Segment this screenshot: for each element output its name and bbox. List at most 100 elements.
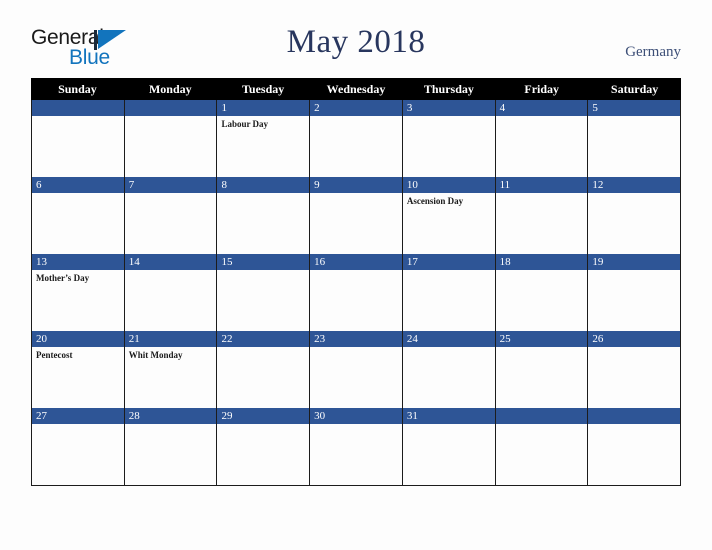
day-number: 24 (406, 333, 418, 345)
day-events (588, 116, 680, 119)
calendar-day-cell[interactable]: 28 (124, 408, 218, 485)
day-number: 29 (221, 410, 233, 422)
day-number: 7 (128, 179, 135, 191)
page-header: General Blue May 2018 Germany (0, 0, 712, 78)
day-number-banner: 9 (310, 177, 402, 193)
weekday-header-thursday: Thursday (423, 82, 474, 96)
calendar-day-cell[interactable]: 5 (588, 100, 681, 177)
holiday-event-label: Pentecost (36, 350, 73, 360)
calendar-day-cell[interactable]: 15 (217, 254, 311, 331)
calendar-day-cell[interactable]: 12 (588, 177, 681, 254)
weekday-header-row: Sunday Monday Tuesday Wednesday Thursday Frid… (31, 78, 681, 100)
holiday-event-label: Whit Monday (128, 350, 183, 360)
day-number-banner: 26 (588, 331, 681, 347)
weekday-header-saturday: Saturday (610, 82, 659, 96)
calendar-day-cell[interactable]: 9 (310, 177, 403, 254)
calendar-day-cell[interactable]: 19 (588, 254, 681, 331)
calendar-week-row: 13 Mother’s Day 14 15 16 17 18 19 (32, 254, 681, 331)
day-events (32, 424, 124, 427)
day-events: Pentecost (32, 347, 124, 361)
calendar-day-cell[interactable]: 1 Labour Day (217, 100, 311, 177)
calendar-day-cell[interactable]: 21 Whit Monday (124, 331, 218, 408)
calendar-day-cell[interactable]: 11 (495, 177, 589, 254)
day-events (310, 193, 402, 196)
day-number-banner: 6 (32, 177, 124, 193)
day-number-banner: 13 (32, 254, 124, 270)
calendar-day-cell[interactable]: 10 Ascension Day (402, 177, 496, 254)
calendar-day-cell[interactable]: 25 (495, 331, 589, 408)
calendar-day-cell[interactable]: 20 Pentecost (32, 331, 125, 408)
calendar-week-row: 20 Pentecost 21 Whit Monday 22 23 24 25 26 (32, 331, 681, 408)
calendar-day-cell[interactable]: 22 (217, 331, 311, 408)
day-events (496, 193, 588, 196)
day-number-banner: 21 (124, 331, 217, 347)
day-events (496, 424, 588, 427)
day-number: 11 (499, 179, 511, 191)
day-number-banner: 18 (495, 254, 588, 270)
weekday-header-tuesday: Tuesday (242, 82, 285, 96)
calendar-day-cell[interactable]: 3 (402, 100, 496, 177)
day-number-banner: 25 (495, 331, 588, 347)
calendar-day-cell[interactable]: 29 (217, 408, 311, 485)
calendar-day-cell[interactable]: 26 (588, 331, 681, 408)
day-number-banner: 27 (32, 408, 124, 424)
day-events (496, 270, 588, 273)
calendar-day-cell[interactable]: 18 (495, 254, 589, 331)
calendar-day-cell[interactable]: 31 (402, 408, 496, 485)
day-events (588, 347, 680, 350)
day-number: 30 (314, 410, 326, 422)
day-number-banner: 1 (217, 100, 310, 116)
calendar-weeks: 1 Labour Day 2 3 4 5 6 7 8 9 10 Ascension Day 11 12 13… (31, 100, 681, 486)
calendar-day-cell[interactable]: 24 (402, 331, 496, 408)
day-number-banner (124, 100, 217, 116)
calendar-day-cell[interactable]: 14 (124, 254, 218, 331)
day-events: Labour Day (217, 116, 309, 130)
calendar-day-cell[interactable]: 27 (32, 408, 125, 485)
day-number: 27 (36, 410, 47, 422)
calendar-day-cell[interactable]: 2 (310, 100, 403, 177)
day-number-banner (32, 100, 124, 116)
calendar-empty-cell (32, 100, 125, 177)
day-events (588, 270, 680, 273)
day-number: 15 (221, 256, 233, 268)
day-number-banner: 23 (310, 331, 402, 347)
day-number: 26 (592, 333, 604, 345)
day-events (403, 424, 495, 427)
day-number-banner: 22 (217, 331, 310, 347)
weekday-header-sunday: Sunday (58, 82, 97, 96)
day-number: 1 (221, 102, 227, 114)
day-number-banner: 29 (217, 408, 310, 424)
day-events (217, 193, 309, 196)
calendar-day-cell[interactable]: 7 (124, 177, 218, 254)
calendar-day-cell[interactable]: 23 (310, 331, 403, 408)
day-number: 2 (314, 102, 320, 114)
calendar-day-cell[interactable]: 13 Mother’s Day (32, 254, 125, 331)
day-events (125, 270, 217, 273)
day-events (217, 270, 309, 273)
day-number-banner: 31 (402, 408, 495, 424)
calendar-day-cell[interactable]: 4 (495, 100, 589, 177)
calendar-day-cell[interactable]: 16 (310, 254, 403, 331)
holiday-event-label: Labour Day (221, 119, 269, 129)
calendar-day-cell[interactable]: 30 (310, 408, 403, 485)
day-events (496, 347, 588, 350)
day-number: 20 (36, 333, 47, 345)
day-events (310, 270, 402, 273)
day-number-banner (495, 408, 588, 424)
day-events (403, 116, 495, 119)
day-number-banner: 11 (495, 177, 588, 193)
page-title: May 2018 (286, 24, 426, 60)
day-number-banner: 17 (402, 254, 495, 270)
calendar-day-cell[interactable]: 8 (217, 177, 311, 254)
calendar-grid: Sunday Monday Tuesday Wednesday Thursday Frid… (31, 78, 681, 486)
day-number-banner: 30 (310, 408, 402, 424)
day-events (125, 193, 217, 196)
calendar-week-row: 6 7 8 9 10 Ascension Day 11 12 (32, 177, 681, 254)
calendar-day-cell[interactable]: 6 (32, 177, 125, 254)
day-number-banner: 24 (402, 331, 495, 347)
day-number: 12 (592, 179, 604, 191)
calendar-day-cell[interactable]: 17 (402, 254, 496, 331)
day-events: Whit Monday (125, 347, 217, 361)
day-number-banner: 15 (217, 254, 310, 270)
holiday-event-label: Mother’s Day (36, 273, 90, 283)
